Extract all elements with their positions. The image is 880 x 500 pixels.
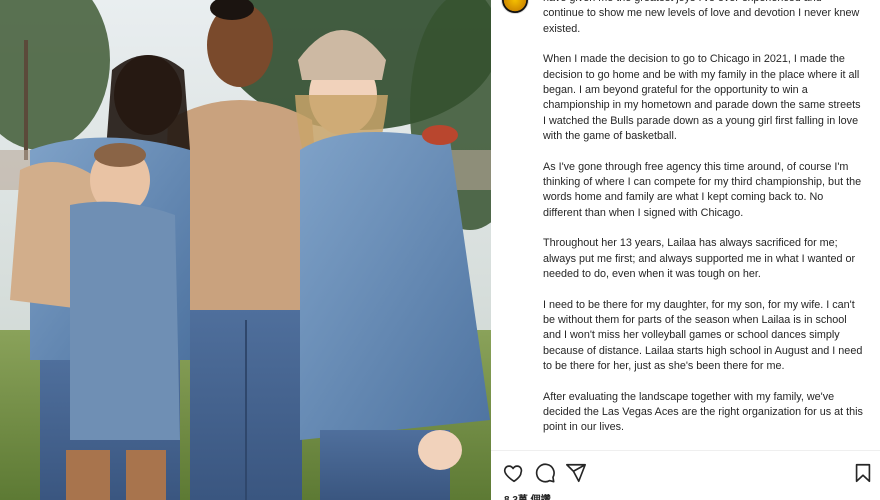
caption-text: have given me the greatest joys I've eve… xyxy=(543,0,863,436)
save-button[interactable] xyxy=(852,462,874,484)
caption-paragraph: After evaluating the landscape together … xyxy=(543,390,863,434)
bookmark-icon xyxy=(855,463,871,483)
caption-area[interactable]: have given me the greatest joys I've eve… xyxy=(543,0,863,444)
like-button[interactable] xyxy=(503,462,525,484)
comment-button[interactable] xyxy=(534,462,556,484)
caption-paragraph: I need to be there for my daughter, for … xyxy=(543,298,863,373)
caption-paragraph: As I've gone through free agency this ti… xyxy=(543,160,862,219)
likes-count[interactable]: 8.3萬 個讚 xyxy=(504,491,551,500)
comment-icon xyxy=(535,463,555,483)
share-icon xyxy=(566,463,586,483)
post-photo[interactable] xyxy=(0,0,491,500)
post-action-bar xyxy=(491,450,880,490)
share-button[interactable] xyxy=(565,462,587,484)
family-photo-illustration xyxy=(0,0,491,500)
account-avatar[interactable] xyxy=(501,0,529,14)
caption-paragraph: Throughout her 13 years, Lailaa has alwa… xyxy=(543,237,856,281)
heart-icon xyxy=(503,465,523,483)
caption-paragraph: have given me the greatest joys I've eve… xyxy=(543,0,860,35)
post-side-panel: have given me the greatest joys I've eve… xyxy=(491,0,880,500)
caption-paragraph: When I made the decision to go to Chicag… xyxy=(543,53,861,143)
